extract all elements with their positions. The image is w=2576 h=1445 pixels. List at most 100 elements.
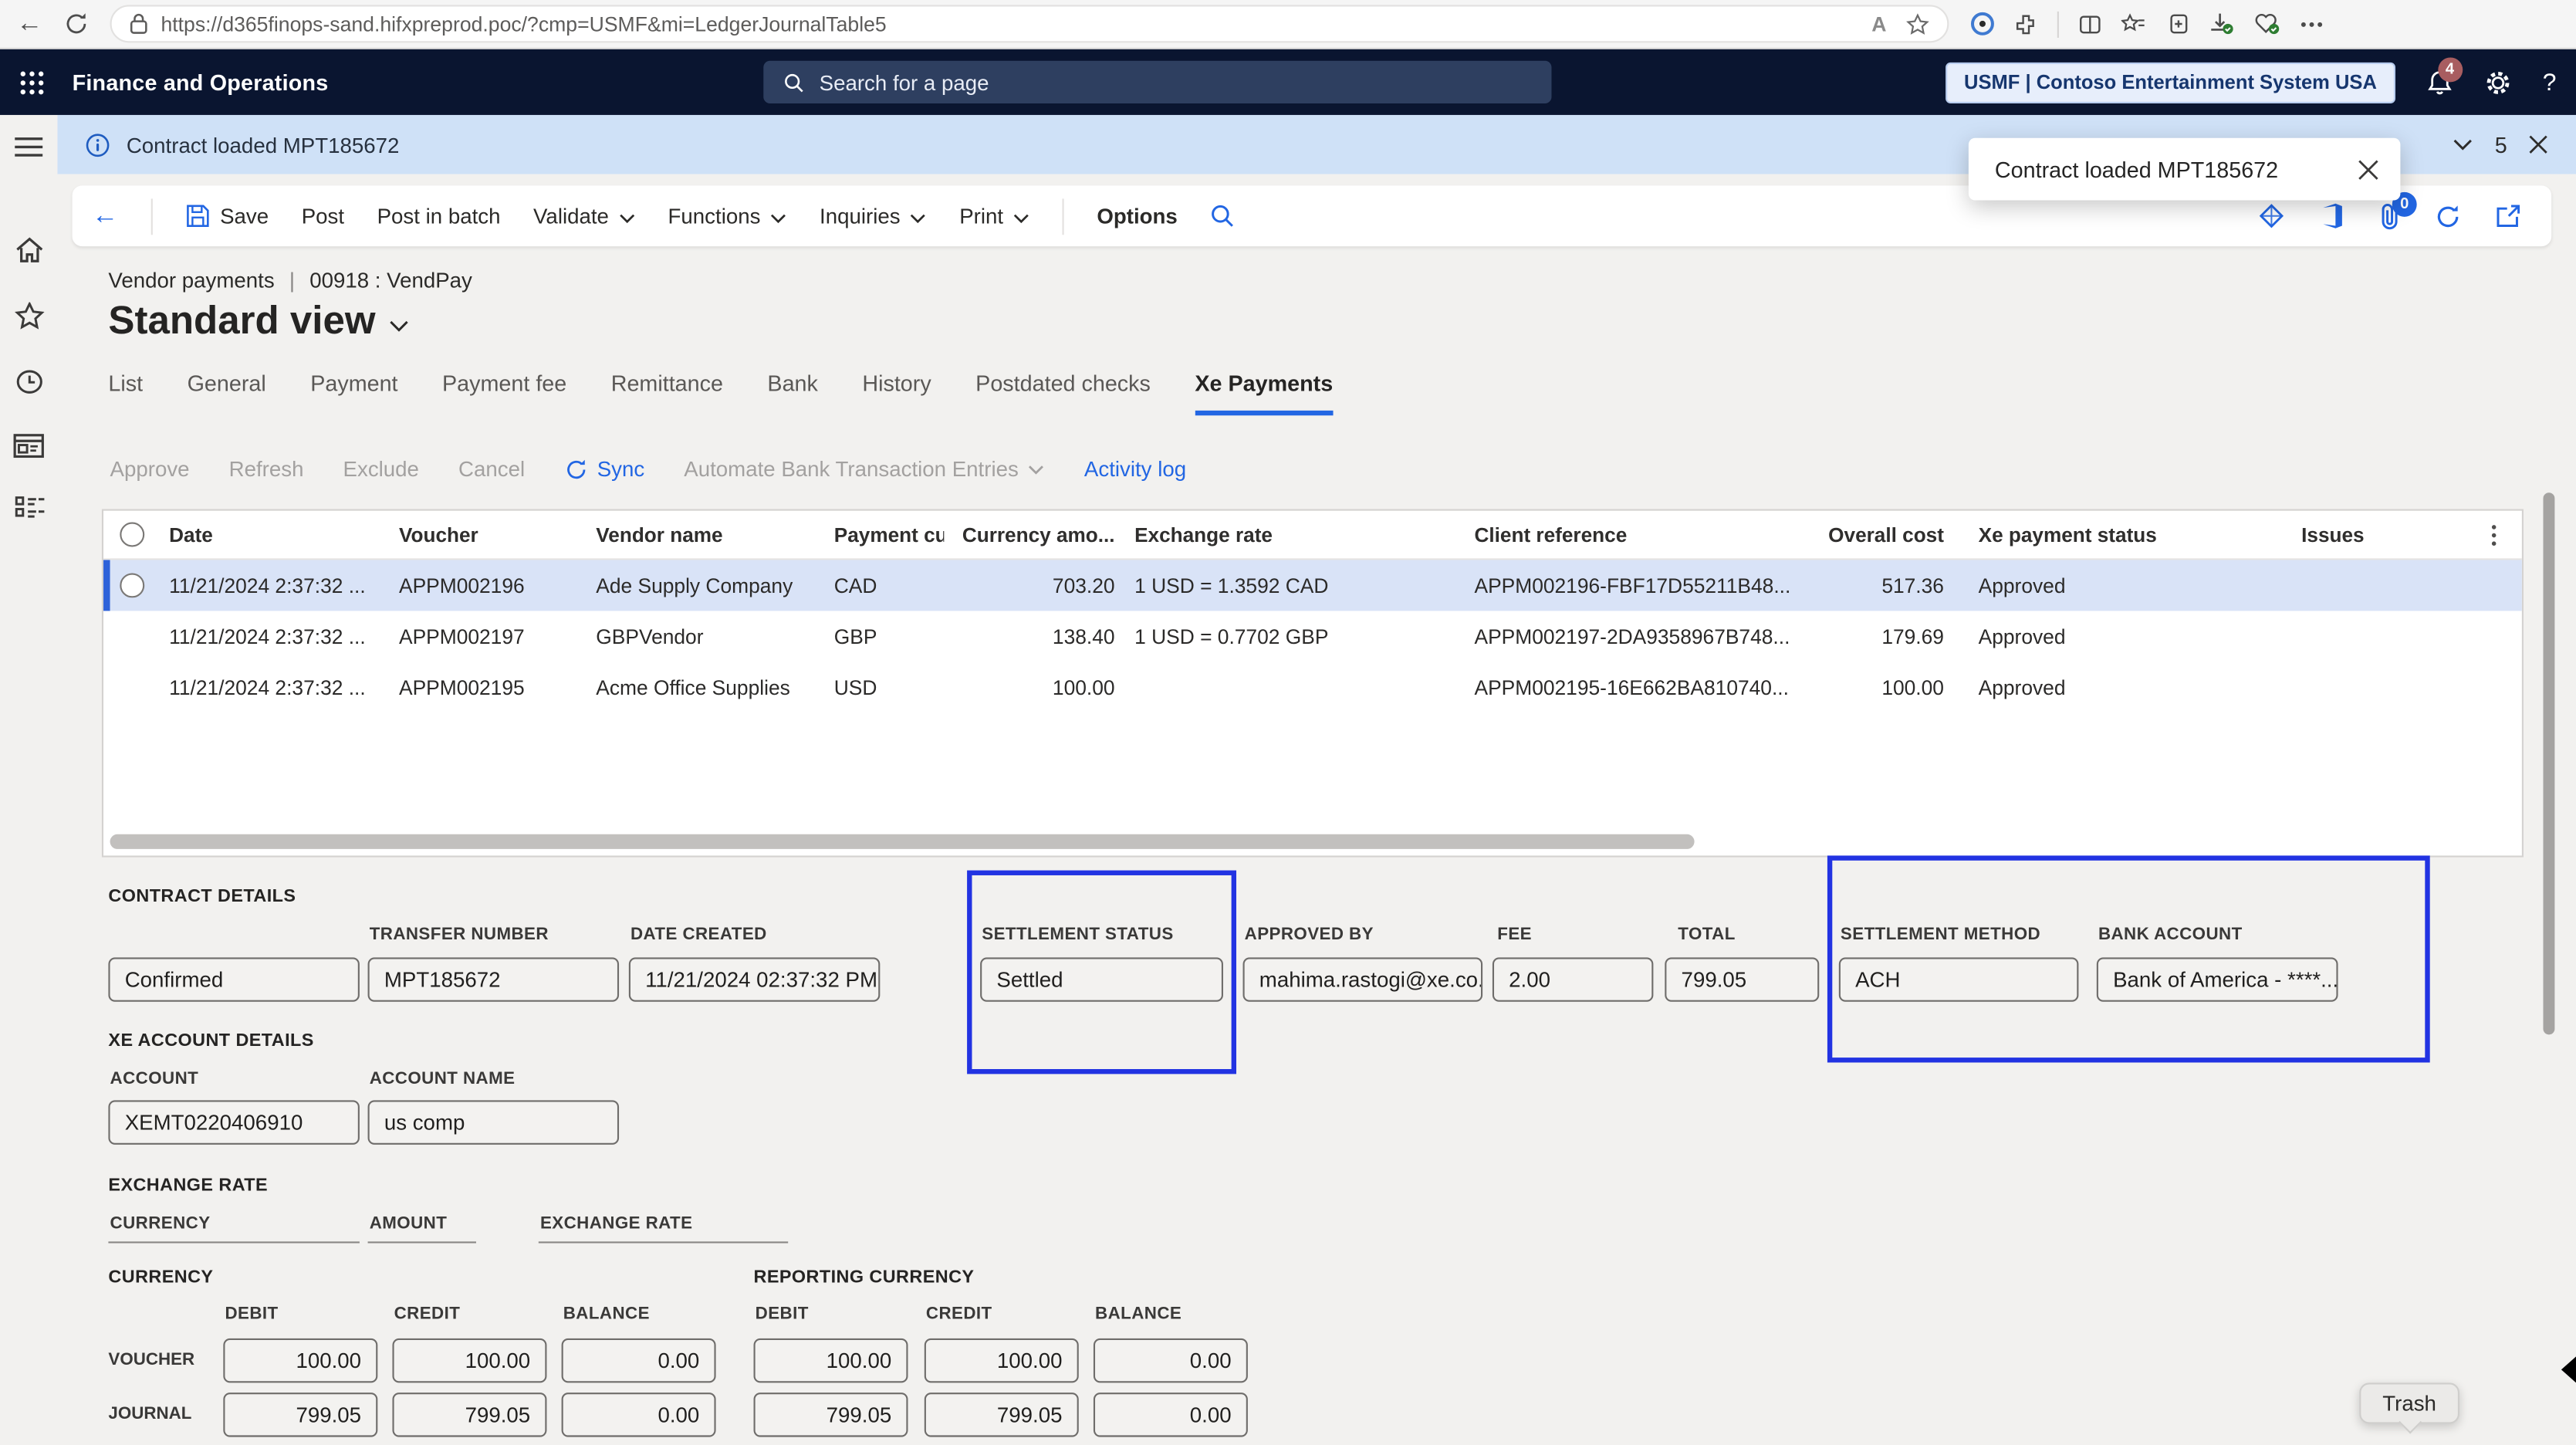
account-field[interactable]: XEMT0220406910 (108, 1100, 360, 1144)
approve-button[interactable]: Approve (110, 456, 190, 481)
col-header-exchange-rate[interactable]: Exchange rate (1115, 523, 1475, 547)
hamburger-menu-icon[interactable] (15, 137, 42, 158)
approved-by-field[interactable]: mahima.rastogi@xe.co... (1243, 957, 1483, 1001)
address-bar[interactable]: https://d365finops-sand.hifxpreprod.poc/… (110, 5, 1949, 42)
options-button[interactable]: Options (1097, 204, 1177, 228)
downloads-icon[interactable] (2208, 12, 2234, 36)
contract-status-field[interactable]: Confirmed (108, 957, 360, 1001)
table-row[interactable]: 11/21/2024 2:37:32 ... APPM002197 GBPVen… (103, 611, 2522, 662)
view-title[interactable]: Standard view (108, 299, 408, 345)
favorites-star-icon[interactable] (14, 302, 43, 330)
browser-menu-icon[interactable] (2300, 21, 2324, 28)
open-in-office-icon[interactable] (2320, 202, 2344, 230)
currency-journal-debit-field[interactable]: 799.05 (223, 1393, 377, 1437)
transfer-number-field[interactable]: MPT185672 (368, 957, 620, 1001)
currency-journal-balance-field[interactable]: 0.00 (562, 1393, 716, 1437)
row-select-radio[interactable] (120, 573, 144, 597)
browser-refresh-icon[interactable] (64, 12, 89, 36)
refresh-icon[interactable] (2435, 203, 2461, 229)
notifications-bell-icon[interactable]: 4 (2426, 68, 2453, 96)
tab-history[interactable]: History (862, 371, 931, 415)
action-search-icon[interactable] (1210, 204, 1235, 228)
reporting-journal-credit-field[interactable]: 799.05 (925, 1393, 1079, 1437)
currency-voucher-debit-field[interactable]: 100.00 (223, 1338, 377, 1382)
browser-health-icon[interactable] (2254, 12, 2280, 36)
password-manager-icon[interactable] (1970, 12, 1995, 36)
col-header-voucher[interactable]: Voucher (399, 523, 596, 547)
sync-button[interactable]: Sync (564, 456, 644, 481)
page-vertical-scrollbar[interactable] (2543, 492, 2554, 1034)
page-search-input[interactable]: Search for a page (763, 61, 1551, 103)
inquiries-menu-button[interactable]: Inquiries (820, 204, 927, 228)
tab-general[interactable]: General (188, 371, 266, 415)
print-menu-button[interactable]: Print (959, 204, 1029, 228)
tab-remittance[interactable]: Remittance (611, 371, 723, 415)
col-header-client-reference[interactable]: Client reference (1474, 523, 1793, 547)
extensions-puzzle-icon[interactable] (2014, 12, 2037, 36)
favorite-star-icon[interactable] (1906, 12, 1929, 36)
personalize-icon[interactable] (2257, 202, 2285, 230)
col-header-issues[interactable]: Issues (2203, 523, 2466, 547)
col-header-date[interactable]: Date (169, 523, 399, 547)
activity-log-button[interactable]: Activity log (1084, 456, 1186, 481)
app-title[interactable]: Finance and Operations (73, 69, 329, 94)
back-button[interactable]: ← (92, 201, 118, 231)
tab-payment-fee[interactable]: Payment fee (442, 371, 566, 415)
currency-voucher-balance-field[interactable]: 0.00 (562, 1338, 716, 1382)
help-icon[interactable]: ? (2543, 68, 2557, 96)
favorites-bar-icon[interactable] (2121, 12, 2146, 36)
account-name-field[interactable]: us comp (368, 1100, 620, 1144)
refresh-button[interactable]: Refresh (229, 456, 304, 481)
table-row[interactable]: 11/21/2024 2:37:32 ... APPM002196 Ade Su… (103, 560, 2522, 611)
col-header-xe-payment-status[interactable]: Xe payment status (1944, 523, 2203, 547)
collections-icon[interactable] (2165, 12, 2189, 36)
reporting-voucher-debit-field[interactable]: 100.00 (754, 1338, 908, 1382)
home-icon[interactable] (14, 236, 43, 264)
table-row[interactable]: 11/21/2024 2:37:32 ... APPM002195 Acme O… (103, 662, 2522, 712)
reporting-journal-debit-field[interactable]: 799.05 (754, 1393, 908, 1437)
tab-payment[interactable]: Payment (310, 371, 397, 415)
post-in-batch-button[interactable]: Post in batch (377, 204, 501, 228)
toast-close-icon[interactable] (2358, 158, 2379, 180)
automate-bank-entries-button[interactable]: Automate Bank Transaction Entries (684, 456, 1045, 481)
post-button[interactable]: Post (302, 204, 344, 228)
waffle-menu-icon[interactable] (20, 69, 45, 94)
modules-list-icon[interactable] (14, 496, 43, 523)
col-header-overall-cost[interactable]: Overall cost (1793, 523, 1944, 547)
scrollbar-thumb[interactable] (110, 834, 1695, 849)
functions-menu-button[interactable]: Functions (668, 204, 787, 228)
attachments-paperclip-icon[interactable]: 0 (2379, 202, 2401, 230)
total-field[interactable]: 799.05 (1665, 957, 1819, 1001)
col-header-payment-currency[interactable]: Payment curre... (834, 523, 945, 547)
currency-journal-credit-field[interactable]: 799.05 (392, 1393, 546, 1437)
recent-clock-icon[interactable] (14, 368, 43, 396)
message-bar-expand-icon[interactable] (2454, 138, 2474, 151)
validate-menu-button[interactable]: Validate (533, 204, 635, 228)
lock-icon[interactable] (130, 13, 147, 35)
tab-bank[interactable]: Bank (767, 371, 817, 415)
reporting-voucher-credit-field[interactable]: 100.00 (925, 1338, 1079, 1382)
settlement-method-field[interactable]: ACH (1839, 957, 2079, 1001)
cancel-button[interactable]: Cancel (458, 456, 525, 481)
breadcrumb-module[interactable]: Vendor payments (108, 268, 274, 293)
workspaces-icon[interactable] (13, 434, 44, 459)
tab-postdated-checks[interactable]: Postdated checks (975, 371, 1151, 415)
fee-field[interactable]: 2.00 (1493, 957, 1653, 1001)
grid-horizontal-scrollbar[interactable] (108, 833, 2517, 851)
immersive-reader-icon[interactable]: A (1871, 12, 1886, 36)
bank-account-field[interactable]: Bank of America - ****... (2097, 957, 2338, 1001)
col-header-currency-amount[interactable]: Currency amo... (944, 523, 1114, 547)
tab-xe-payments[interactable]: Xe Payments (1195, 371, 1333, 415)
split-screen-icon[interactable] (2078, 12, 2101, 36)
save-button[interactable]: Save (185, 204, 269, 228)
tab-list[interactable]: List (108, 371, 143, 415)
exclude-button[interactable]: Exclude (343, 456, 419, 481)
reporting-voucher-balance-field[interactable]: 0.00 (1094, 1338, 1248, 1382)
col-header-vendor-name[interactable]: Vendor name (596, 523, 833, 547)
open-new-window-icon[interactable] (2496, 204, 2522, 228)
select-all-radio[interactable] (120, 523, 144, 547)
settings-gear-icon[interactable] (2483, 68, 2511, 96)
browser-back-icon[interactable]: ← (16, 11, 42, 37)
date-created-field[interactable]: 11/21/2024 02:37:32 PM (629, 957, 881, 1001)
settlement-status-field[interactable]: Settled (980, 957, 1223, 1001)
